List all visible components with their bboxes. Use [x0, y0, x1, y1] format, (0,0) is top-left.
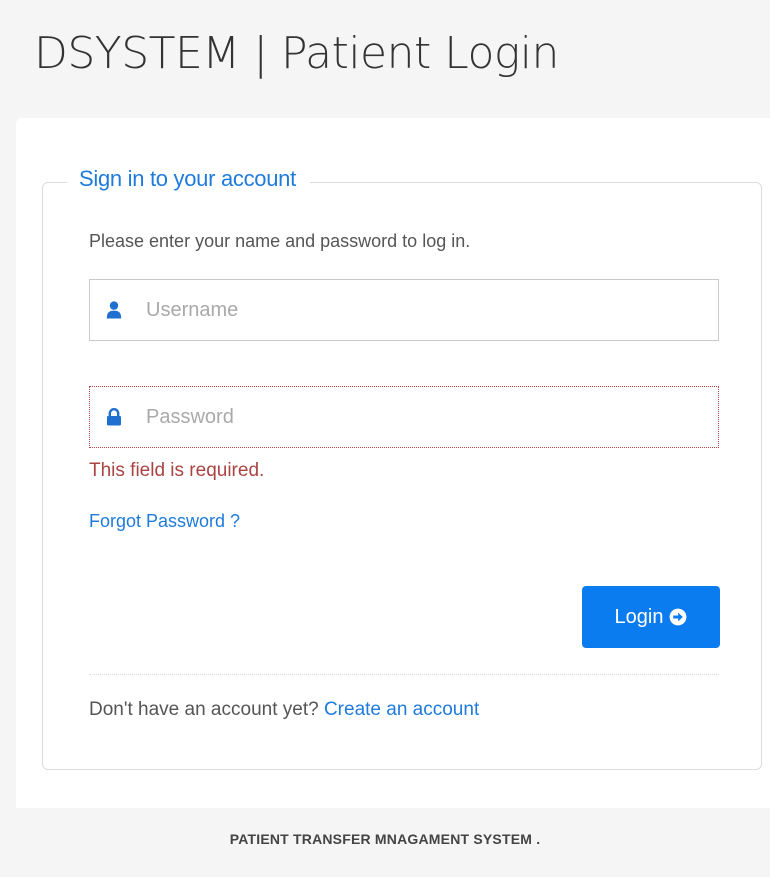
login-panel: Sign in to your account Please enter you…: [16, 118, 770, 808]
create-account-link[interactable]: Create an account: [324, 699, 479, 720]
login-button[interactable]: Login: [582, 586, 720, 648]
arrow-circle-right-icon: [669, 608, 687, 626]
footer-text: PATIENT TRANSFER MNAGAMENT SYSTEM .: [229, 831, 541, 847]
forgot-password-link[interactable]: Forgot Password ?: [89, 511, 240, 532]
username-input[interactable]: [146, 280, 706, 340]
password-input[interactable]: [146, 387, 706, 447]
signup-prompt: Don't have an account yet? Create an acc…: [89, 699, 479, 721]
lock-icon: [106, 408, 122, 426]
password-field[interactable]: [89, 386, 719, 448]
username-field[interactable]: [89, 279, 719, 341]
form-legend: Sign in to your account: [67, 166, 310, 192]
signup-prompt-text: Don't have an account yet?: [89, 699, 319, 720]
login-form: Sign in to your account Please enter you…: [42, 166, 762, 770]
password-error-message: This field is required.: [89, 460, 265, 481]
user-icon: [106, 301, 122, 319]
form-divider: [89, 674, 719, 675]
login-button-label: Login: [614, 605, 664, 628]
login-page: DSYSTEM | Patient Login Sign in to your …: [0, 0, 770, 877]
page-title: DSYSTEM | Patient Login: [34, 28, 559, 79]
form-intro-text: Please enter your name and password to l…: [89, 231, 471, 251]
